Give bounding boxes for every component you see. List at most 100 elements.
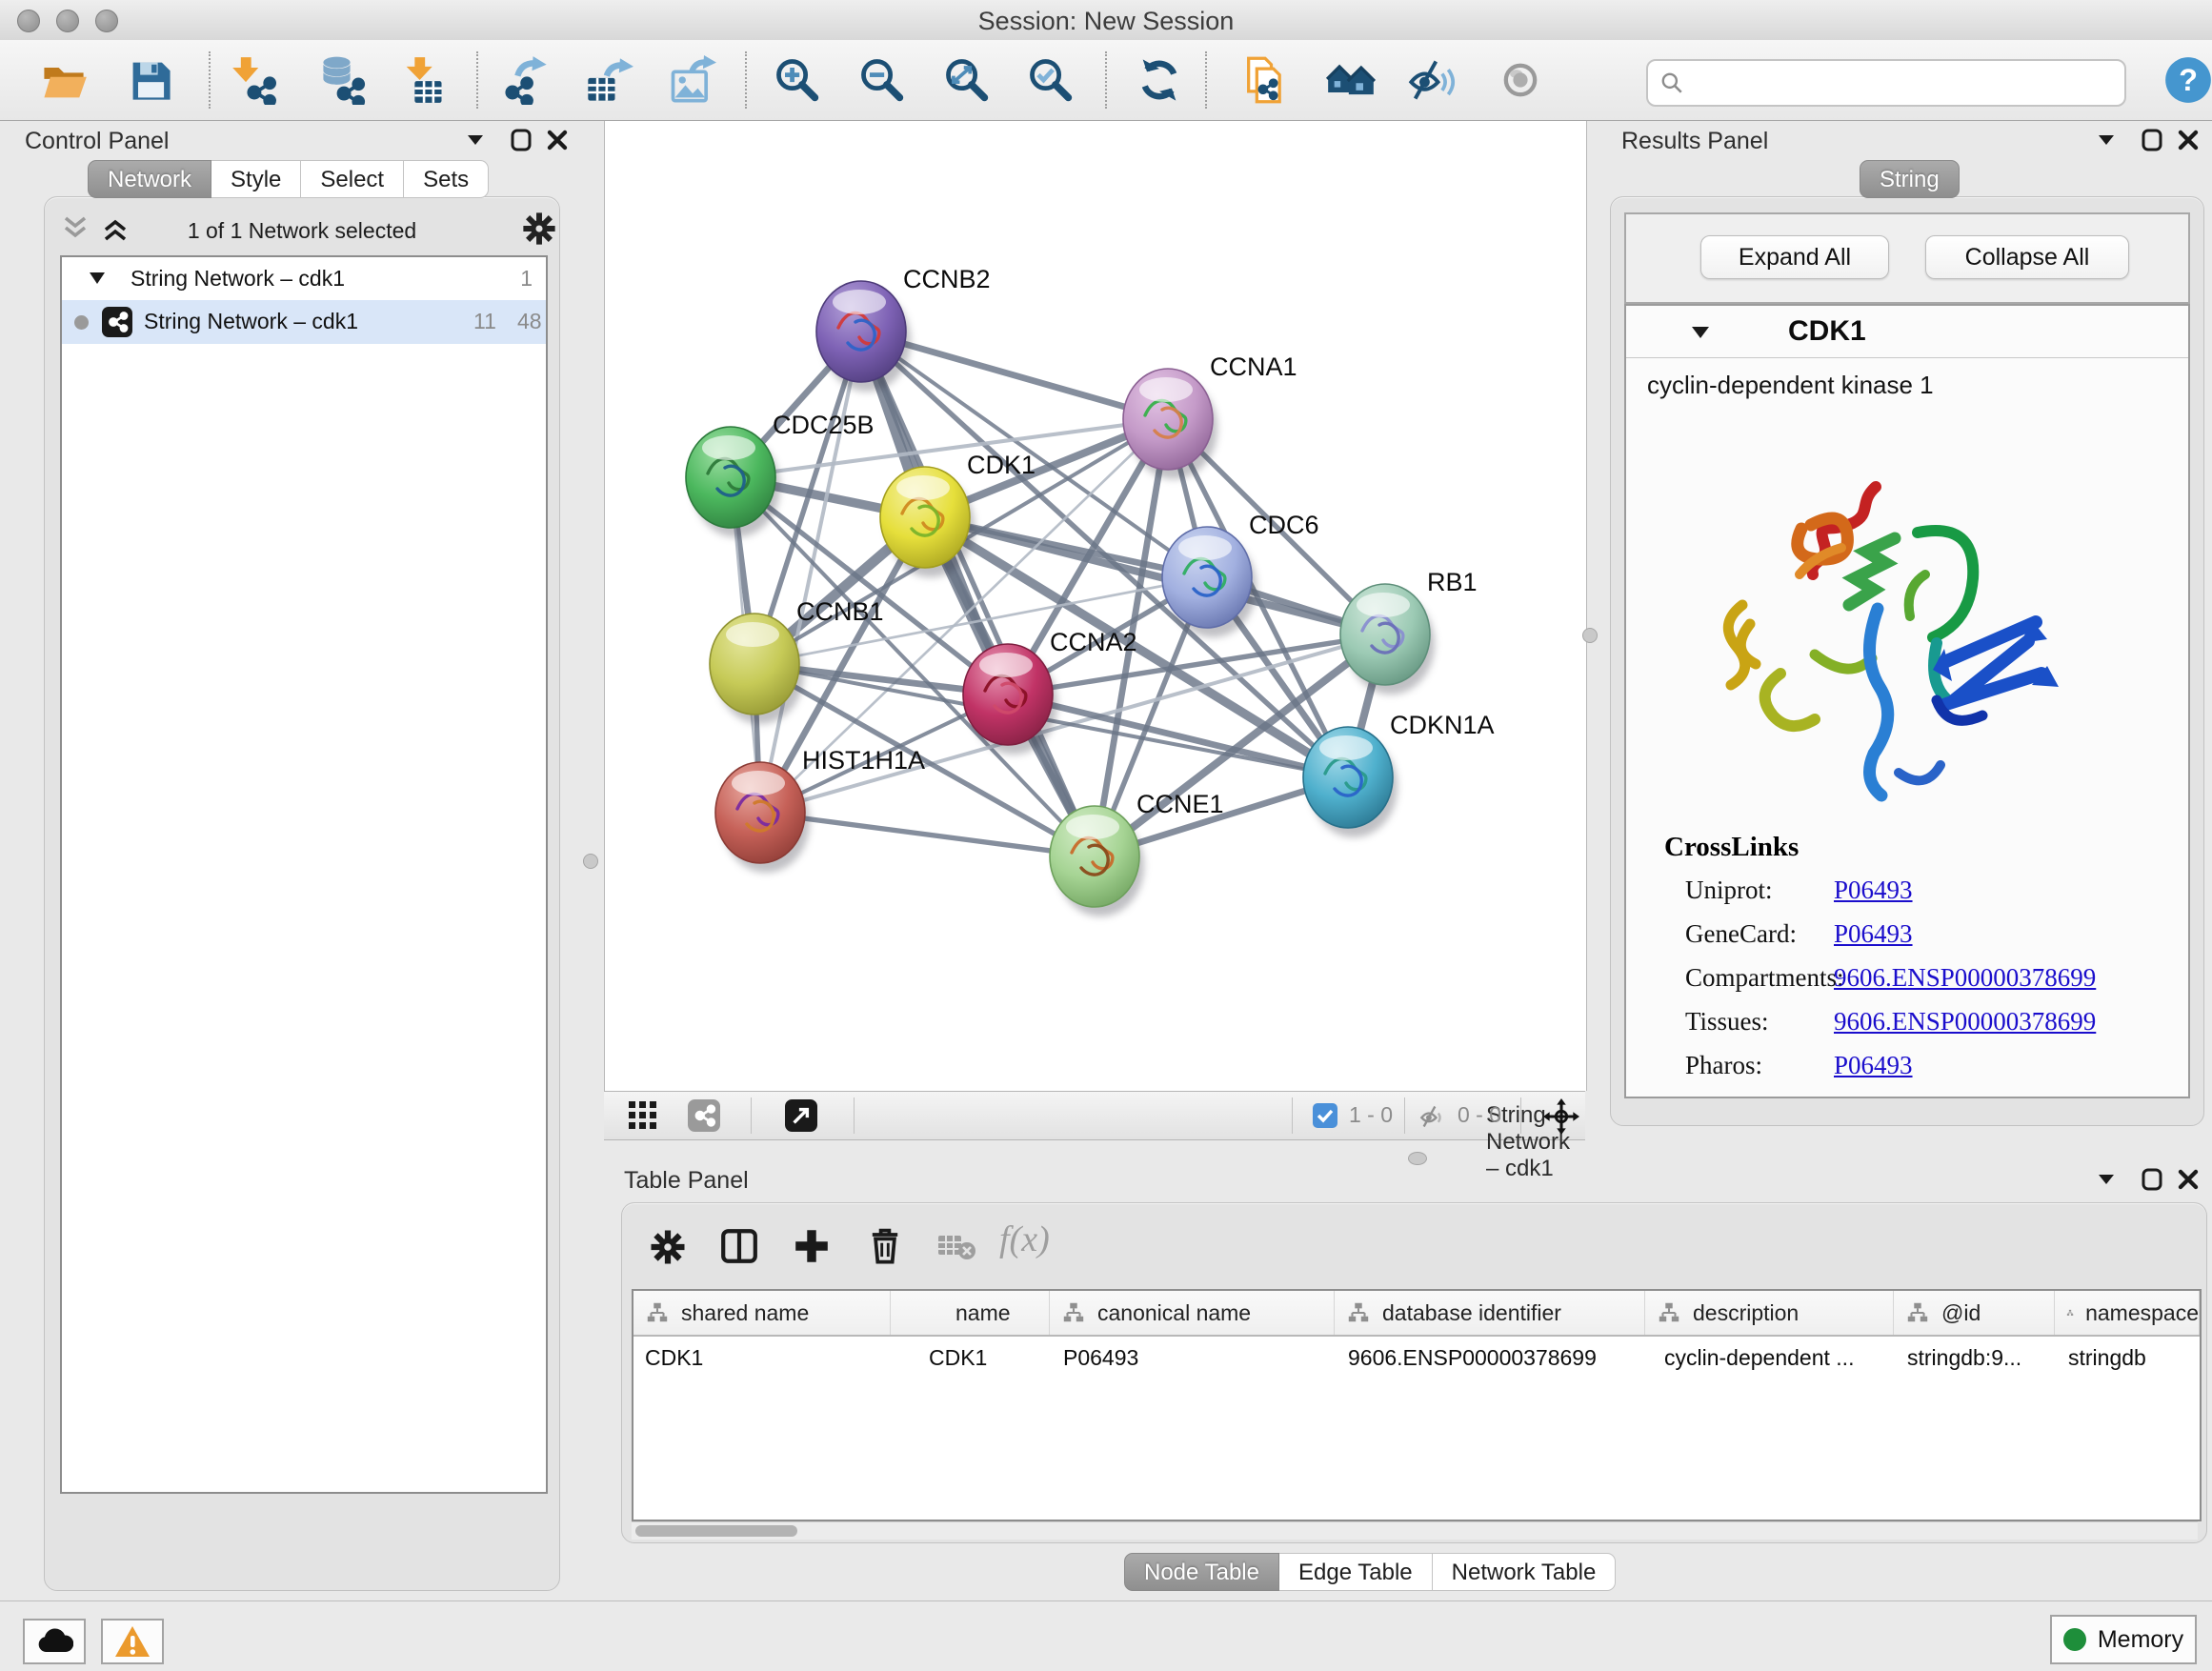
protein-collapse-icon[interactable] — [1691, 325, 1710, 344]
warnings-button[interactable] — [101, 1619, 164, 1664]
detach-view-icon[interactable] — [785, 1099, 817, 1137]
tab-sets[interactable]: Sets — [404, 160, 489, 198]
table-cell[interactable]: 9606.ENSP00000378699 — [1335, 1337, 1645, 1379]
table-cell[interactable]: stringdb:9... — [1894, 1337, 2055, 1379]
search-input[interactable] — [1694, 69, 2115, 97]
export-image-icon[interactable] — [665, 53, 718, 107]
network-options-gear-icon[interactable] — [521, 211, 557, 252]
table-cell[interactable]: CDK1 — [633, 1337, 891, 1379]
network-edge[interactable] — [861, 332, 1095, 856]
collection-expand-icon[interactable] — [89, 272, 106, 290]
column-header-description[interactable]: description — [1645, 1291, 1894, 1335]
tab-style[interactable]: Style — [211, 160, 301, 198]
zoom-fit-icon[interactable] — [940, 53, 994, 107]
control-panel-float-icon[interactable] — [459, 126, 492, 154]
memory-label: Memory — [2098, 1626, 2183, 1654]
grid-view-icon[interactable] — [629, 1101, 657, 1135]
table-cell[interactable]: stringdb — [2055, 1337, 2200, 1379]
network-edge[interactable] — [760, 332, 861, 813]
tab-node-table[interactable]: Node Table — [1124, 1553, 1279, 1591]
birds-eye-crosshair-icon[interactable] — [1543, 1098, 1579, 1139]
help-icon[interactable]: ? — [2162, 53, 2212, 107]
protein-card-header[interactable]: CDK1 — [1626, 306, 2188, 358]
collapse-all-button[interactable]: Collapse All — [1925, 235, 2129, 279]
expand-all-button[interactable]: Expand All — [1700, 235, 1889, 279]
network-edge[interactable] — [760, 813, 1095, 856]
tab-edge-table[interactable]: Edge Table — [1279, 1553, 1433, 1591]
column-header--id[interactable]: @id — [1894, 1291, 2055, 1335]
table-cell[interactable]: cyclin-dependent ... — [1645, 1337, 1894, 1379]
tab-select[interactable]: Select — [301, 160, 404, 198]
network-node-CCNE1[interactable] — [1050, 806, 1144, 916]
crosslink-value-link[interactable]: P06493 — [1834, 876, 1913, 905]
column-header-namespace[interactable]: namespace — [2055, 1291, 2200, 1335]
column-header-name[interactable]: name — [891, 1291, 1050, 1335]
results-panel-tab[interactable]: String — [1860, 160, 1960, 198]
string-network-graph[interactable]: CCNB2CCNA1CDC25BCDK1CDC6RB1CCNB1CCNA2CDK… — [605, 121, 1586, 1091]
network-node-CCNB2[interactable] — [816, 281, 911, 392]
network-canvas[interactable]: CCNB2CCNA1CDC25BCDK1CDC6RB1CCNB1CCNA2CDK… — [604, 121, 1587, 1091]
show-eye-icon[interactable] — [1494, 53, 1547, 107]
string-view-icon[interactable] — [688, 1099, 720, 1137]
zoom-selected-icon[interactable] — [1024, 53, 1077, 107]
control-panel-title: Control Panel — [25, 128, 169, 155]
import-network-database-icon[interactable] — [316, 53, 370, 107]
refresh-layout-icon[interactable] — [1133, 53, 1186, 107]
open-session-icon[interactable] — [37, 53, 90, 107]
tab-network[interactable]: Network — [88, 160, 211, 198]
results-panel-maximize-icon[interactable] — [2136, 126, 2168, 154]
crosslink-value-link[interactable]: P06493 — [1834, 1051, 1913, 1080]
results-panel-float-icon[interactable] — [2090, 126, 2122, 154]
table-cell[interactable]: CDK1 — [891, 1337, 1050, 1379]
crosslink-row: Pharos:P06493 — [1685, 1043, 2171, 1087]
table-row[interactable]: CDK1CDK1P064939606.ENSP00000378699cyclin… — [633, 1337, 2200, 1379]
zoom-in-icon[interactable] — [771, 53, 824, 107]
network-node-CCNA1[interactable] — [1123, 369, 1217, 479]
save-session-icon[interactable] — [124, 53, 177, 107]
table-panel-close-icon[interactable] — [2172, 1165, 2204, 1194]
results-panel-close-icon[interactable] — [2172, 126, 2204, 154]
network-node-CDK1[interactable] — [880, 467, 975, 577]
export-table-icon[interactable] — [582, 53, 635, 107]
show-columns-icon[interactable] — [719, 1226, 759, 1271]
table-gear-icon[interactable] — [649, 1228, 687, 1271]
zoom-out-icon[interactable] — [855, 53, 909, 107]
delete-column-icon[interactable] — [864, 1224, 906, 1271]
node-table[interactable]: shared namenamecanonical namedatabase id… — [632, 1289, 2202, 1521]
hide-panel-eye-icon[interactable] — [1405, 53, 1458, 107]
cloud-button[interactable] — [23, 1619, 86, 1664]
export-network-icon[interactable] — [499, 53, 553, 107]
crosslink-value-link[interactable]: P06493 — [1834, 919, 1913, 949]
network-node-CCNA2[interactable] — [963, 644, 1057, 755]
network-node-CDC25B[interactable] — [686, 427, 780, 537]
import-table-icon[interactable] — [396, 53, 450, 107]
add-column-icon[interactable] — [792, 1226, 832, 1271]
clone-network-icon[interactable] — [1238, 53, 1292, 107]
search-field[interactable] — [1646, 59, 2126, 107]
import-network-file-icon[interactable] — [229, 53, 282, 107]
column-header-canonical-name[interactable]: canonical name — [1050, 1291, 1335, 1335]
network-row-selected[interactable]: String Network – cdk1 11 48 — [62, 300, 546, 344]
network-collection-row[interactable]: String Network – cdk1 1 — [62, 257, 546, 300]
column-header-database-identifier[interactable]: database identifier — [1335, 1291, 1645, 1335]
tab-network-table[interactable]: Network Table — [1433, 1553, 1617, 1591]
horizontal-scrollbar[interactable] — [632, 1521, 2198, 1540]
crosslink-value-link[interactable]: 9606.ENSP00000378699 — [1834, 1007, 2096, 1037]
bottom-splitter-handle[interactable] — [1408, 1152, 1427, 1165]
hidden-eye-icon[interactable] — [1419, 1103, 1446, 1135]
right-splitter-handle[interactable] — [1582, 628, 1598, 643]
network-node-CDKN1A[interactable] — [1303, 727, 1398, 837]
table-panel-float-icon[interactable] — [2090, 1165, 2122, 1194]
left-splitter-handle[interactable] — [583, 854, 598, 869]
selected-checkbox-icon[interactable] — [1313, 1103, 1337, 1133]
table-cell[interactable]: P06493 — [1050, 1337, 1335, 1379]
control-panel-close-icon[interactable] — [541, 126, 573, 154]
control-panel-maximize-icon[interactable] — [505, 126, 537, 154]
network-node-RB1[interactable] — [1340, 584, 1435, 695]
memory-button[interactable]: Memory — [2050, 1615, 2197, 1664]
column-header-shared-name[interactable]: shared name — [633, 1291, 891, 1335]
table-panel-maximize-icon[interactable] — [2136, 1165, 2168, 1194]
home-houses-icon[interactable] — [1324, 53, 1377, 107]
crosslink-value-link[interactable]: 9606.ENSP00000378699 — [1834, 963, 2096, 993]
scrollbar-thumb[interactable] — [635, 1525, 797, 1537]
